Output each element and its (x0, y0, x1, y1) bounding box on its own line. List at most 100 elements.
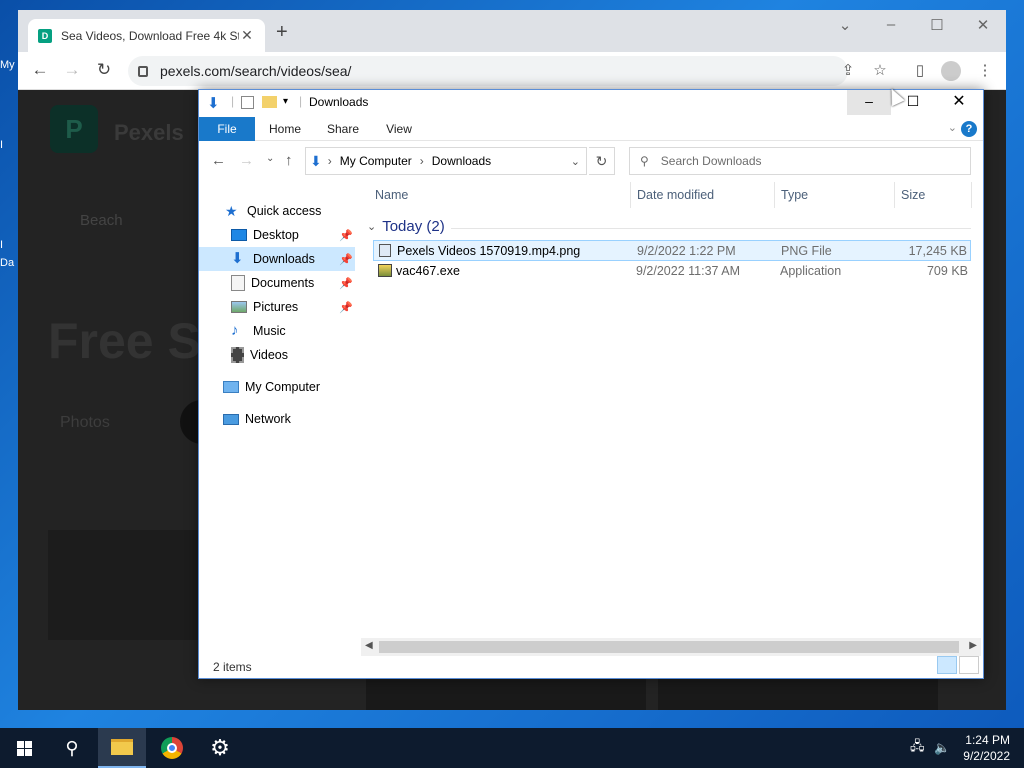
new-tab-button[interactable]: + (276, 22, 288, 42)
nav-item-documents[interactable]: Documents 📌 (199, 271, 355, 295)
windows-logo-icon (16, 740, 32, 756)
side-panel-icon[interactable]: ▯ (909, 61, 931, 79)
details-view-icon[interactable] (937, 656, 957, 674)
bookmark-star-icon[interactable]: ☆ (869, 61, 891, 79)
system-clock[interactable]: 1:24 PM 9/2/2022 (963, 732, 1010, 764)
refresh-button[interactable]: ↻ (589, 147, 615, 175)
pexels-brand-name[interactable]: Pexels (114, 120, 184, 146)
search-icon[interactable]: ⚲ (48, 728, 96, 768)
tab-file[interactable]: File (199, 117, 255, 141)
maximize-button[interactable]: ☐ (925, 16, 949, 34)
taskbar-settings-gear-icon[interactable]: ⚙ (196, 728, 244, 768)
column-header-date-modified[interactable]: Date modified (637, 188, 714, 202)
up-arrow-icon[interactable]: ↑ (285, 152, 293, 169)
tab-search-icon[interactable]: ⌄ (833, 16, 857, 34)
pin-icon[interactable]: 📌 (339, 301, 353, 314)
search-chip-beach[interactable]: Beach (80, 212, 123, 229)
tab-title: Sea Videos, Download Free 4k St (61, 28, 239, 43)
share-icon[interactable]: ⇪ (837, 61, 859, 79)
browser-toolbar: ← → ↻ pexels.com/search/videos/sea/ ⇪ ☆ … (18, 52, 1006, 90)
search-input[interactable]: ⚲ Search Downloads (629, 147, 971, 175)
png-file-icon (379, 244, 391, 257)
tab-view[interactable]: View (375, 117, 423, 141)
star-icon: ★ (225, 203, 238, 219)
back-icon[interactable]: ← (29, 61, 51, 79)
volume-tray-icon[interactable]: 🔈 (934, 728, 950, 768)
breadcrumb-chevron-icon[interactable]: › (420, 154, 424, 168)
tab-close-icon[interactable]: ✕ (239, 27, 255, 44)
tab-share[interactable]: Share (319, 117, 367, 141)
network-tray-icon[interactable]: 🖧 (910, 728, 925, 768)
breadcrumb-downloads[interactable]: Downloads (432, 154, 491, 168)
nav-item-quick-access[interactable]: ★ Quick access (199, 199, 355, 223)
folder-icon (111, 739, 133, 755)
reload-icon[interactable]: ↻ (93, 61, 115, 79)
file-row[interactable]: Pexels Videos 1570919.mp4.png 9/2/2022 1… (373, 240, 971, 261)
navigation-pane: ★ Quick access Desktop 📌 ⬇ Downloads 📌 D… (199, 194, 359, 654)
properties-checkbox-icon[interactable] (241, 96, 254, 109)
address-dropdown-icon[interactable]: ⌄ (571, 155, 580, 168)
file-type: PNG File (781, 244, 832, 258)
group-header-today[interactable]: ⌄ Today (2) (367, 218, 445, 235)
column-divider[interactable] (971, 182, 972, 208)
pin-icon[interactable]: 📌 (339, 229, 353, 242)
forward-icon[interactable]: → (61, 61, 83, 79)
download-arrow-icon: ⬇ (231, 250, 244, 267)
nav-item-my-computer[interactable]: My Computer (199, 375, 355, 399)
nav-item-videos[interactable]: Videos (199, 343, 355, 367)
recent-locations-icon[interactable]: ⌄ (266, 153, 274, 164)
video-thumbnail[interactable] (658, 678, 938, 710)
column-divider[interactable] (894, 182, 895, 208)
file-row[interactable]: vac467.exe 9/2/2022 11:37 AM Application… (373, 261, 971, 282)
scrollbar-thumb[interactable] (379, 641, 959, 653)
pin-icon[interactable]: 📌 (339, 253, 353, 266)
breadcrumb-chevron-icon[interactable]: › (328, 154, 332, 168)
filter-photos-tab[interactable]: Photos (60, 414, 110, 432)
close-button[interactable]: ✕ (937, 90, 981, 115)
forward-icon[interactable]: → (239, 152, 254, 169)
help-icon[interactable]: ? (961, 121, 977, 137)
scroll-right-icon[interactable]: ▶ (969, 640, 977, 651)
collapse-chevron-icon[interactable]: ⌄ (367, 220, 376, 233)
nav-item-pictures[interactable]: Pictures 📌 (199, 295, 355, 319)
breadcrumb-my-computer[interactable]: My Computer (340, 154, 412, 168)
pin-icon[interactable]: 📌 (339, 277, 353, 290)
column-divider[interactable] (630, 182, 631, 208)
start-button[interactable] (0, 728, 48, 768)
address-bar[interactable]: ⬇ › My Computer › Downloads ⌄ (305, 147, 587, 175)
horizontal-scrollbar[interactable]: ◀ ▶ (361, 638, 981, 656)
column-header-type[interactable]: Type (781, 188, 808, 202)
taskbar-chrome[interactable] (148, 728, 196, 768)
nav-item-music[interactable]: ♪ Music (199, 319, 355, 343)
profile-avatar-icon[interactable] (941, 61, 961, 81)
nav-item-network[interactable]: Network (199, 407, 355, 431)
large-icons-view-icon[interactable] (959, 656, 979, 674)
pexels-logo[interactable]: P (50, 105, 98, 153)
nav-item-downloads[interactable]: ⬇ Downloads 📌 (199, 247, 355, 271)
nav-label: Downloads (253, 252, 315, 266)
taskbar-file-explorer[interactable] (98, 728, 146, 768)
file-size: 709 KB (926, 264, 968, 278)
menu-kebab-icon[interactable]: ⋮ (974, 61, 996, 79)
new-folder-icon[interactable] (262, 96, 277, 108)
back-icon[interactable]: ← (211, 152, 226, 169)
column-divider[interactable] (774, 182, 775, 208)
scroll-left-icon[interactable]: ◀ (365, 640, 373, 651)
chrome-icon (161, 737, 183, 759)
nav-label: Documents (251, 276, 315, 290)
video-thumbnail[interactable] (48, 530, 218, 640)
browser-tab[interactable]: D Sea Videos, Download Free 4k St ✕ (28, 19, 265, 52)
close-button[interactable]: ✕ (971, 16, 995, 34)
address-bar[interactable]: pexels.com/search/videos/sea/ (128, 56, 848, 86)
ribbon-expand-icon[interactable]: ⌄ (948, 121, 957, 134)
customize-qat-icon[interactable]: ▾ (283, 96, 288, 107)
minimize-button[interactable]: – (847, 90, 891, 115)
search-icon: ⚲ (640, 154, 649, 168)
minimize-button[interactable]: – (879, 16, 903, 33)
nav-item-desktop[interactable]: Desktop 📌 (199, 223, 355, 247)
tab-home[interactable]: Home (261, 117, 309, 141)
video-thumbnail[interactable] (366, 678, 646, 710)
column-header-size[interactable]: Size (901, 188, 925, 202)
column-header-name[interactable]: Name (375, 188, 408, 202)
lock-icon (138, 65, 148, 77)
